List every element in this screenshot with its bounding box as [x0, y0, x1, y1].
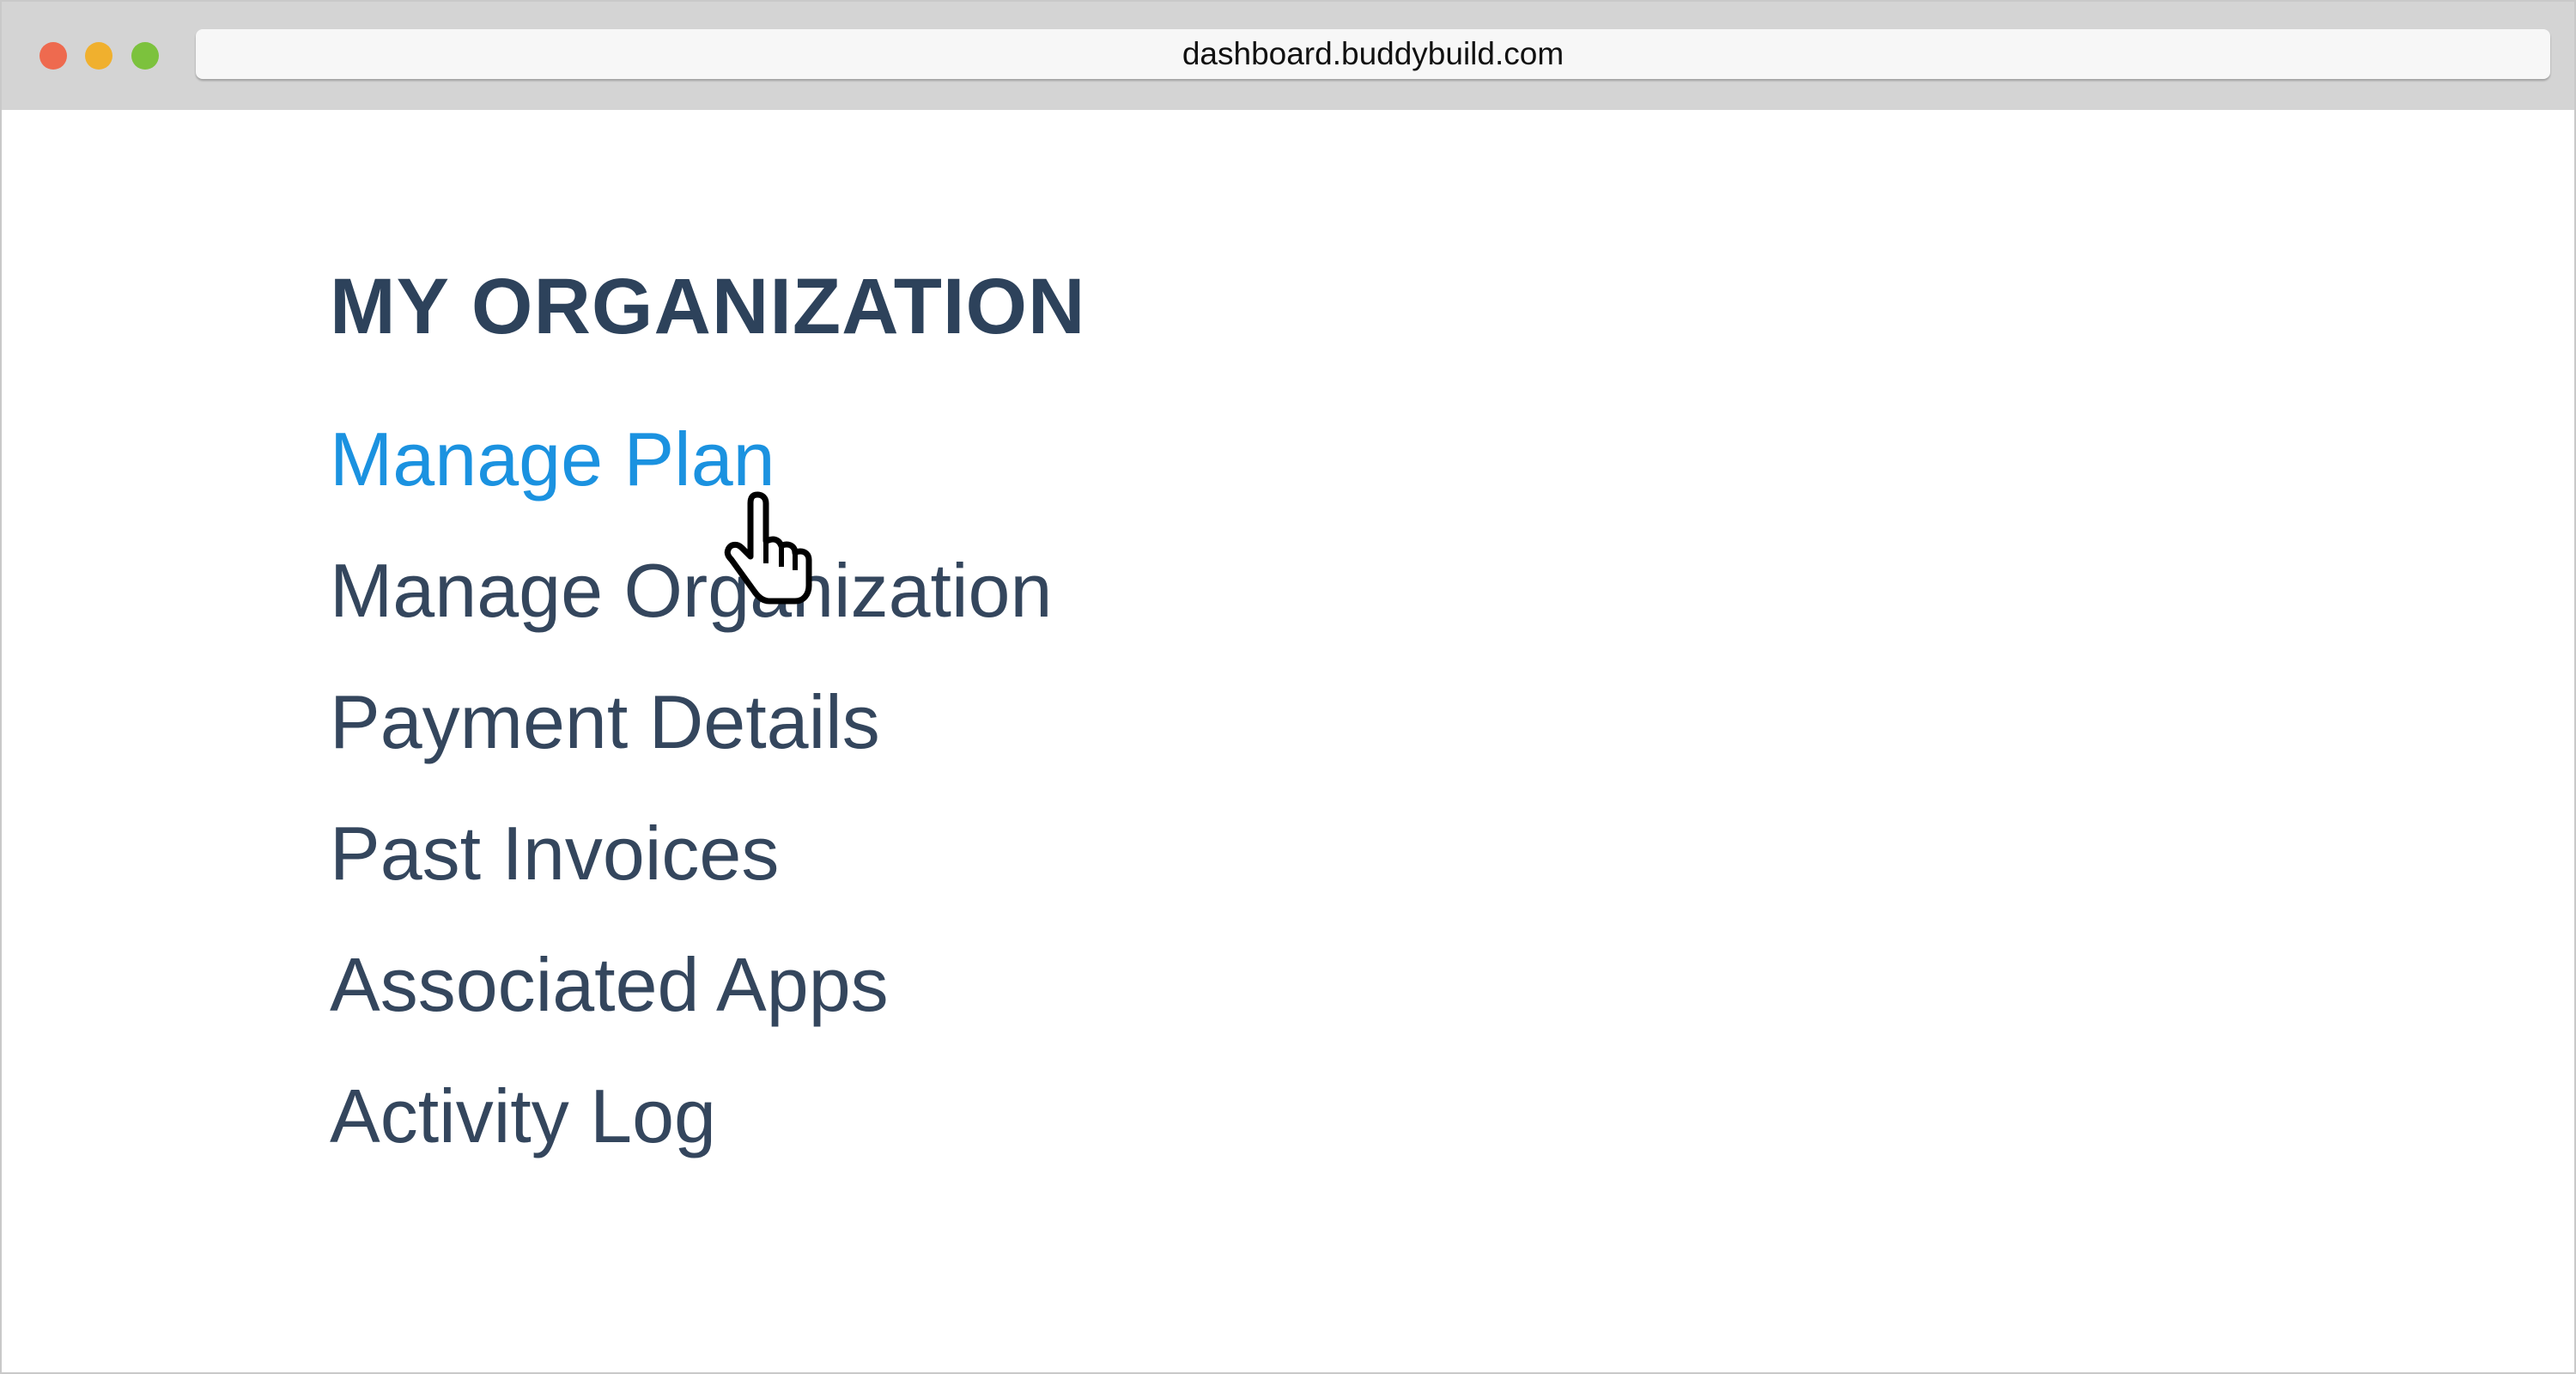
maximize-window-button[interactable] — [131, 42, 159, 70]
menu-item-manage-organization[interactable]: Manage Organization — [330, 525, 1085, 656]
minimize-window-button[interactable] — [85, 42, 112, 70]
menu-item-manage-plan[interactable]: Manage Plan — [330, 393, 1085, 525]
address-bar-url: dashboard.buddybuild.com — [1182, 36, 1564, 71]
menu-item-payment-details[interactable]: Payment Details — [330, 656, 1085, 787]
browser-titlebar: dashboard.buddybuild.com — [2, 2, 2574, 110]
section-title: MY ORGANIZATION — [330, 263, 1086, 350]
close-window-button[interactable] — [39, 42, 67, 70]
menu-item-activity-log[interactable]: Activity Log — [330, 1050, 1085, 1182]
menu-item-past-invoices[interactable]: Past Invoices — [330, 787, 1085, 919]
pointer-hand-icon — [724, 491, 812, 605]
menu-item-associated-apps[interactable]: Associated Apps — [330, 919, 1085, 1050]
address-bar[interactable]: dashboard.buddybuild.com — [196, 29, 2550, 79]
organization-menu: MY ORGANIZATION Manage Plan Manage Organ… — [330, 259, 1085, 1182]
browser-window: dashboard.buddybuild.com MY ORGANIZATION… — [0, 0, 2576, 1374]
